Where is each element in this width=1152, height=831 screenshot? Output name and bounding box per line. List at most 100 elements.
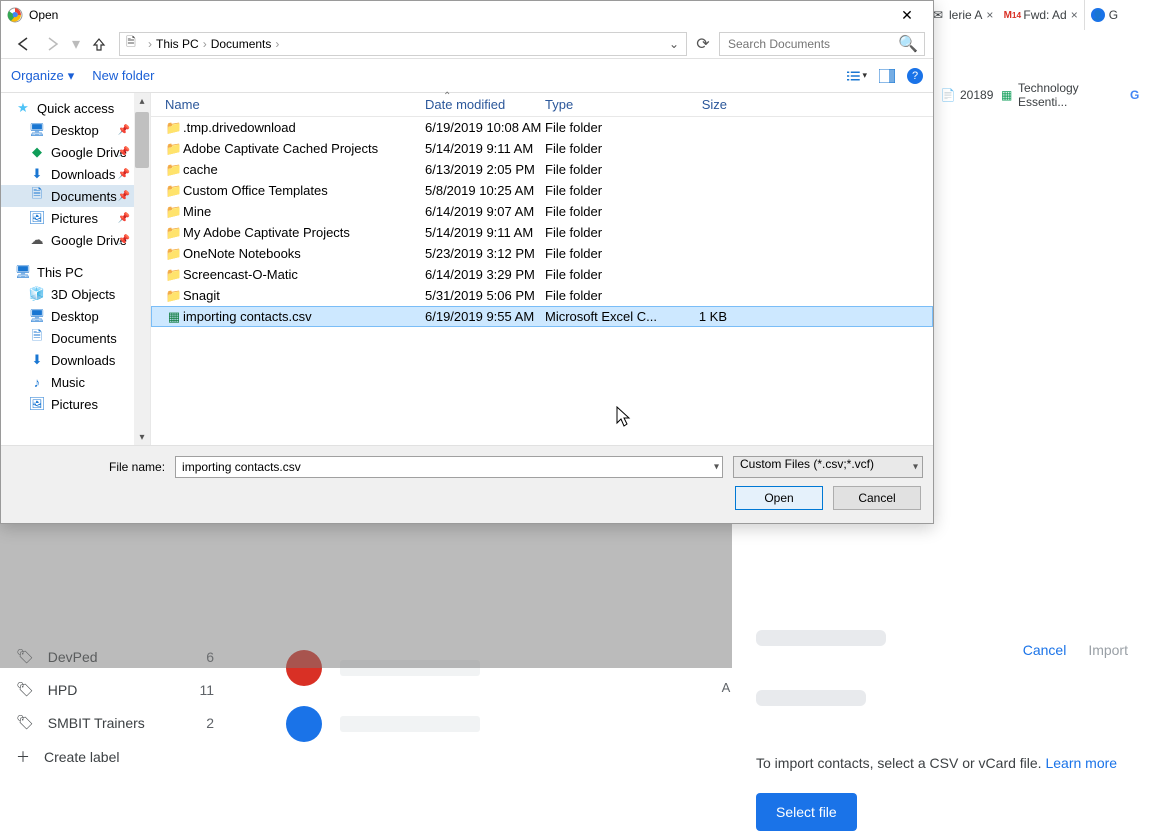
tree-item-documents[interactable]: 🗎Documents📌 [1,185,150,207]
tree-item-google-drive[interactable]: ◆Google Drive📌 [1,141,150,163]
column-headers: ⌃ Name Date modified Type Size [151,93,933,117]
label-icon: 🏷 [16,681,34,698]
file-row[interactable]: 📁OneNote Notebooks5/23/2019 3:12 PMFile … [151,243,933,264]
browser-tab[interactable]: ✉ lerie A × [925,0,999,30]
scroll-thumb[interactable] [135,112,149,168]
file-name: Mine [183,204,425,219]
nav-row: ▾ 🗎 › This PC › Documents › ⌄ ⟳ 🔍 [1,29,933,59]
file-row[interactable]: 📁Screencast-O-Matic6/14/2019 3:29 PMFile… [151,264,933,285]
scroll-down-icon[interactable]: ▾ [134,429,150,445]
file-name: importing contacts.csv [183,309,425,324]
file-name: OneNote Notebooks [183,246,425,261]
skeleton-line [756,630,886,646]
folder-y-icon: 📁 [165,162,183,178]
open-button[interactable]: Open [735,486,823,510]
col-size[interactable]: Size [663,97,733,112]
tree-item-pictures[interactable]: 🖼Pictures📌 [1,207,150,229]
contact-row[interactable] [280,696,720,752]
file-row[interactable]: 📁My Adobe Captivate Projects5/14/2019 9:… [151,222,933,243]
search-input[interactable] [720,37,924,51]
file-type: File folder [545,267,663,282]
up-button[interactable] [85,32,113,56]
bookmark-item[interactable]: 📄 20189 [940,87,993,103]
folder-y-icon: 📁 [165,246,183,262]
tree-item-google-drive[interactable]: ☁Google Drive📌 [1,229,150,251]
col-name[interactable]: Name [165,97,425,112]
address-bar[interactable]: 🗎 › This PC › Documents › ⌄ [119,32,687,56]
chevron-right-icon[interactable]: › [275,37,279,51]
tree-item-desktop[interactable]: 🖥Desktop [1,305,150,327]
documents-icon: 🗎 [29,188,45,204]
breadcrumb-item[interactable]: Documents [211,37,272,51]
chevron-down-icon: ▾ [68,68,75,84]
tree-item-downloads[interactable]: ⬇Downloads📌 [1,163,150,185]
bookmark-item[interactable]: ▦ Technology Essenti... [999,81,1121,109]
import-button[interactable]: Import [1088,642,1128,658]
chevron-down-icon[interactable]: ⌄ [662,37,686,51]
cancel-button[interactable]: Cancel [1023,642,1067,658]
dialog-title: Open [29,8,58,22]
refresh-button[interactable]: ⟳ [689,34,717,54]
organize-menu[interactable]: Organize▾ [11,68,74,84]
sort-indicator-icon: ⌃ [443,91,451,102]
browser-tab[interactable]: M14 Fwd: Ad × [999,0,1083,30]
avatar [286,706,322,742]
tree-this-pc[interactable]: 🖥 This PC [1,261,150,283]
plus-icon: ＋ [16,747,30,767]
file-row[interactable]: 📁.tmp.drivedownload6/19/2019 10:08 AMFil… [151,117,933,138]
file-row[interactable]: ▦importing contacts.csv6/19/2019 9:55 AM… [151,306,933,327]
recent-dropdown[interactable]: ▾ [69,32,83,56]
file-row[interactable]: 📁Custom Office Templates5/8/2019 10:25 A… [151,180,933,201]
new-folder-button[interactable]: New folder [92,68,154,83]
tree-item-3d-objects[interactable]: 🧊3D Objects [1,283,150,305]
desktop-icon: 🖥 [29,122,45,138]
chevron-down-icon[interactable]: ▾ [714,462,719,473]
create-label[interactable]: ＋ Create label [0,739,230,775]
learn-more-link[interactable]: Learn more [1045,755,1117,771]
close-button[interactable]: ✕ [887,7,927,24]
breadcrumb-item[interactable]: This PC [156,37,199,51]
close-icon[interactable]: × [986,8,993,22]
forward-button[interactable] [39,32,67,56]
label-item[interactable]: 🏷 HPD 11 [0,673,230,706]
file-name: .tmp.drivedownload [183,120,425,135]
view-mode-button[interactable]: ▾ [847,66,867,86]
file-row[interactable]: 📁cache6/13/2019 2:05 PMFile folder [151,159,933,180]
scroll-up-icon[interactable]: ▴ [134,93,150,109]
tree-item-music[interactable]: ♪Music [1,371,150,393]
browser-tab[interactable]: 👤 G [1084,0,1124,30]
tree-item-pictures[interactable]: 🖼Pictures [1,393,150,415]
chevron-right-icon[interactable]: › [203,37,207,51]
tree-item-downloads[interactable]: ⬇Downloads [1,349,150,371]
tree-item-documents[interactable]: 🗎Documents [1,327,150,349]
close-icon[interactable]: × [1071,8,1078,22]
back-button[interactable] [9,32,37,56]
contact-name-placeholder [340,716,480,732]
pin-icon: 📌 [118,235,130,246]
file-date: 6/19/2019 9:55 AM [425,309,545,324]
dialog-footer: File name: ▾ Custom Files (*.csv;*.vcf) … [1,445,933,523]
file-row[interactable]: 📁Mine6/14/2019 9:07 AMFile folder [151,201,933,222]
filename-input[interactable] [175,456,723,478]
cancel-button[interactable]: Cancel [833,486,921,510]
folder-y-icon: 📁 [165,204,183,220]
g-icon[interactable]: G [1127,87,1142,103]
select-file-button[interactable]: Select file [756,793,857,831]
tree-quick-access[interactable]: ★ Quick access [1,97,150,119]
file-row[interactable]: 📁Adobe Captivate Cached Projects5/14/201… [151,138,933,159]
file-row[interactable]: 📁Snagit5/31/2019 5:06 PMFile folder [151,285,933,306]
tab-label: lerie A [949,8,982,22]
tree-item-desktop[interactable]: 🖥Desktop📌 [1,119,150,141]
search-box[interactable]: 🔍 [719,32,925,56]
col-type[interactable]: Type [545,97,663,112]
help-button[interactable]: ? [907,68,923,84]
scrollbar[interactable]: ▴ ▾ [134,93,150,445]
label-item[interactable]: 🏷 SMBIT Trainers 2 [0,706,230,739]
downloads-icon: ⬇ [29,166,45,182]
file-date: 5/8/2019 10:25 AM [425,183,545,198]
file-type-filter[interactable]: Custom Files (*.csv;*.vcf) ▾ [733,456,923,478]
preview-pane-button[interactable] [877,66,897,86]
folder-y-icon: 📁 [165,183,183,199]
chevron-right-icon[interactable]: › [148,37,152,51]
file-date: 6/19/2019 10:08 AM [425,120,545,135]
